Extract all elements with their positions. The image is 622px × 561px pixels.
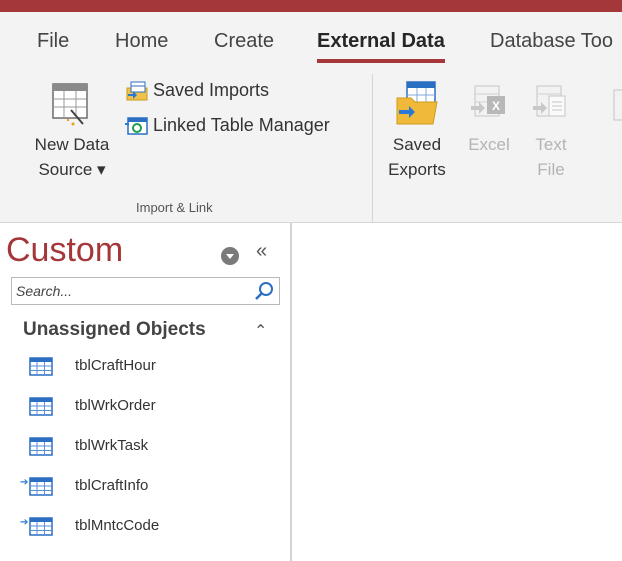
search-input[interactable] bbox=[12, 278, 250, 304]
list-item[interactable]: ➔ tblCraftInfo bbox=[0, 467, 288, 507]
saved-exports-button[interactable]: Saved Exports bbox=[384, 80, 450, 182]
export-excel-button[interactable]: X Excel bbox=[466, 80, 512, 157]
tab-external-data[interactable]: External Data bbox=[317, 30, 445, 63]
tab-create[interactable]: Create bbox=[214, 30, 274, 53]
workspace-area bbox=[292, 223, 622, 561]
list-item[interactable]: tblWrkOrder bbox=[0, 387, 288, 427]
linked-table-icon bbox=[29, 477, 53, 496]
ribbon-group-divider bbox=[372, 74, 373, 224]
saved-exports-label-line1: Saved bbox=[392, 135, 442, 154]
export-text-file-button[interactable]: Text File bbox=[528, 80, 574, 182]
linked-table-manager-button[interactable]: Linked Table Manager bbox=[125, 111, 330, 139]
list-item-label: tblCraftHour bbox=[75, 357, 156, 374]
linked-table-icon bbox=[125, 117, 148, 135]
link-arrow-icon: ➔ bbox=[20, 477, 29, 488]
text-file-label-line2: File bbox=[537, 160, 565, 179]
saved-imports-button[interactable]: Saved Imports bbox=[125, 76, 269, 104]
import-link-group-label: Import & Link bbox=[136, 200, 213, 215]
ribbon: File Home Create External Data Database … bbox=[0, 12, 622, 224]
list-item-label: tblWrkTask bbox=[75, 437, 149, 454]
list-item[interactable]: tblCraftHour bbox=[0, 347, 288, 387]
text-file-label-line1: Text bbox=[535, 135, 567, 154]
object-list: tblCraftHour tblWrkOrder tblWrkTask ➔ tb… bbox=[0, 347, 288, 547]
linked-table-icon bbox=[29, 517, 53, 536]
nav-search-box bbox=[11, 277, 280, 305]
search-icon[interactable] bbox=[253, 280, 275, 302]
list-item[interactable]: tblWrkTask bbox=[0, 427, 288, 467]
new-data-source-label-line2: Source ▾ bbox=[38, 160, 106, 179]
tab-database-tools[interactable]: Database Too bbox=[490, 30, 613, 53]
new-data-source-button[interactable]: New Data Source ▾ bbox=[20, 80, 124, 182]
table-icon bbox=[29, 437, 53, 456]
list-item[interactable]: ➔ tblMntcCode bbox=[0, 507, 288, 547]
excel-label: Excel bbox=[468, 135, 510, 154]
table-icon bbox=[29, 397, 53, 416]
table-new-icon bbox=[52, 83, 88, 126]
excel-icon: X bbox=[471, 85, 505, 117]
list-item-label: tblMntcCode bbox=[75, 517, 160, 534]
tab-external-data-label: External Data bbox=[317, 30, 445, 52]
saved-imports-icon bbox=[126, 81, 148, 101]
link-arrow-icon: ➔ bbox=[20, 517, 29, 528]
group-collapse-chevron-icon[interactable]: ⌃ bbox=[254, 321, 267, 341]
tab-home[interactable]: Home bbox=[115, 30, 168, 53]
svg-text:X: X bbox=[492, 99, 500, 113]
collapse-pane-button[interactable]: « bbox=[256, 240, 267, 263]
saved-exports-label-line2: Exports bbox=[388, 160, 446, 179]
text-file-icon bbox=[533, 85, 566, 117]
active-tab-underline bbox=[317, 59, 445, 63]
table-icon bbox=[29, 357, 53, 376]
linked-table-manager-label: Linked Table Manager bbox=[153, 115, 330, 135]
dropdown-circle-icon[interactable] bbox=[221, 247, 239, 265]
list-item-label: tblCraftInfo bbox=[75, 477, 149, 494]
window-title-bar bbox=[0, 0, 622, 12]
list-item-label: tblWrkOrder bbox=[75, 397, 156, 414]
nav-pane-title[interactable]: Custom bbox=[6, 231, 123, 270]
ribbon-tabs: File Home Create External Data Database … bbox=[0, 12, 622, 74]
group-header-unassigned-objects[interactable]: Unassigned Objects bbox=[23, 319, 206, 341]
navigation-pane: Custom « Unassigned Objects ⌃ tblCraftHo… bbox=[0, 223, 292, 561]
tab-file[interactable]: File bbox=[37, 30, 69, 53]
new-data-source-label-line1: New Data bbox=[34, 135, 110, 154]
saved-imports-label: Saved Imports bbox=[153, 80, 270, 100]
folder-table-icon bbox=[396, 81, 438, 125]
partial-export-icon bbox=[613, 89, 622, 121]
clipped-next-command[interactable] bbox=[606, 86, 622, 128]
